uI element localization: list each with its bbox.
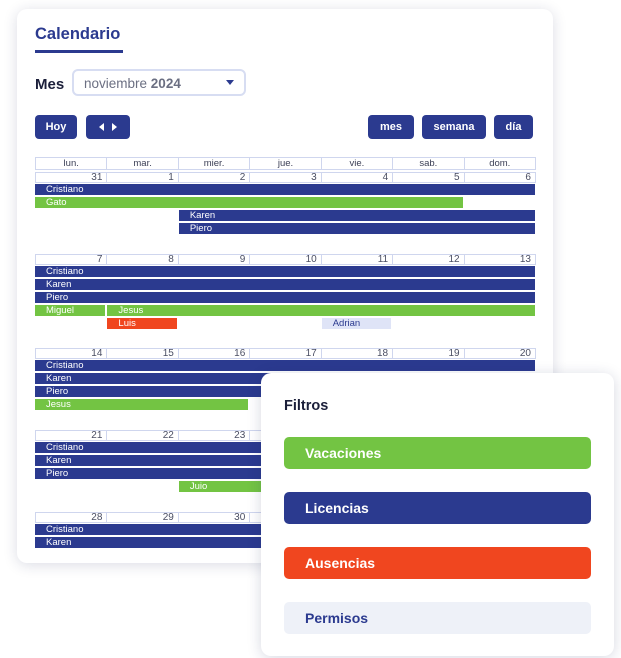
event-bar[interactable]: Cristiano: [35, 360, 535, 371]
day-number[interactable]: 19: [392, 348, 464, 359]
weekday-label: jue.: [249, 157, 321, 170]
day-number[interactable]: 3: [249, 172, 321, 183]
event-bar[interactable]: Jesus: [35, 398, 249, 410]
day-number[interactable]: 11: [320, 254, 393, 265]
weekday-label: vie.: [320, 157, 393, 170]
weekday-label: dom.: [463, 157, 536, 170]
filters-title: Filtros: [284, 398, 329, 414]
day-number[interactable]: 30: [177, 512, 250, 523]
arrow-right-icon[interactable]: [112, 123, 117, 131]
event-bar[interactable]: Miguel: [35, 304, 106, 316]
day-number[interactable]: 7: [35, 254, 107, 265]
day-number[interactable]: 31: [35, 172, 107, 183]
event-bar[interactable]: Karen: [178, 209, 535, 221]
day-number[interactable]: 29: [106, 512, 178, 523]
week-view-button[interactable]: semana: [422, 115, 486, 139]
event-bar[interactable]: Cristiano: [35, 184, 535, 195]
day-number[interactable]: 2: [177, 172, 250, 183]
day-number[interactable]: 16: [177, 348, 250, 359]
day-number[interactable]: 9: [177, 254, 250, 265]
day-number[interactable]: 4: [320, 172, 393, 183]
title-underline: [35, 50, 123, 53]
weekday-header: lun. mar. mier. jue. vie. sab. dom.: [35, 157, 536, 170]
calendar-title: Calendario: [35, 25, 121, 43]
event-bar[interactable]: Gato: [35, 196, 463, 208]
month-select-value: noviembre 2024: [84, 76, 181, 91]
event-bar[interactable]: Piero: [35, 291, 535, 303]
event-bar[interactable]: Karen: [35, 278, 535, 290]
filters-panel: Filtros Vacaciones Licencias Ausencias Perm…: [261, 373, 614, 656]
filter-vacaciones-button[interactable]: Vacaciones: [284, 437, 591, 469]
day-number[interactable]: 23: [177, 430, 250, 441]
day-number[interactable]: 14: [35, 348, 107, 359]
event-bar[interactable]: Jesus: [107, 304, 535, 316]
day-number[interactable]: 13: [463, 254, 536, 265]
weekday-label: mar.: [106, 157, 178, 170]
day-number[interactable]: 20: [463, 348, 536, 359]
weekday-label: lun.: [35, 157, 107, 170]
day-number[interactable]: 21: [35, 430, 107, 441]
day-number[interactable]: 6: [463, 172, 536, 183]
day-view-button[interactable]: día: [494, 115, 533, 139]
day-number[interactable]: 28: [35, 512, 107, 523]
weekday-label: sab.: [392, 157, 464, 170]
day-number[interactable]: 8: [106, 254, 178, 265]
event-bar[interactable]: Luis: [107, 317, 177, 329]
event-bar[interactable]: Piero: [178, 222, 535, 234]
day-number[interactable]: 1: [106, 172, 178, 183]
filter-ausencias-button[interactable]: Ausencias: [284, 547, 591, 579]
day-number[interactable]: 10: [249, 254, 321, 265]
today-button[interactable]: Hoy: [35, 115, 77, 139]
prev-next-buttons[interactable]: [86, 115, 130, 139]
day-number[interactable]: 18: [320, 348, 393, 359]
day-number[interactable]: 5: [392, 172, 464, 183]
event-bar[interactable]: Adrian: [321, 317, 392, 329]
weekday-label: mier.: [177, 157, 250, 170]
day-number[interactable]: 17: [249, 348, 321, 359]
month-select[interactable]: noviembre 2024: [72, 69, 246, 96]
day-number[interactable]: 22: [106, 430, 178, 441]
filter-licencias-button[interactable]: Licencias: [284, 492, 591, 524]
month-view-button[interactable]: mes: [368, 115, 414, 139]
month-label: Mes: [35, 76, 65, 93]
arrow-left-icon[interactable]: [99, 123, 104, 131]
day-number[interactable]: 12: [392, 254, 464, 265]
day-number[interactable]: 15: [106, 348, 178, 359]
chevron-down-icon: [226, 80, 234, 85]
event-bar[interactable]: Cristiano: [35, 266, 535, 277]
filter-permisos-button[interactable]: Permisos: [284, 602, 591, 634]
